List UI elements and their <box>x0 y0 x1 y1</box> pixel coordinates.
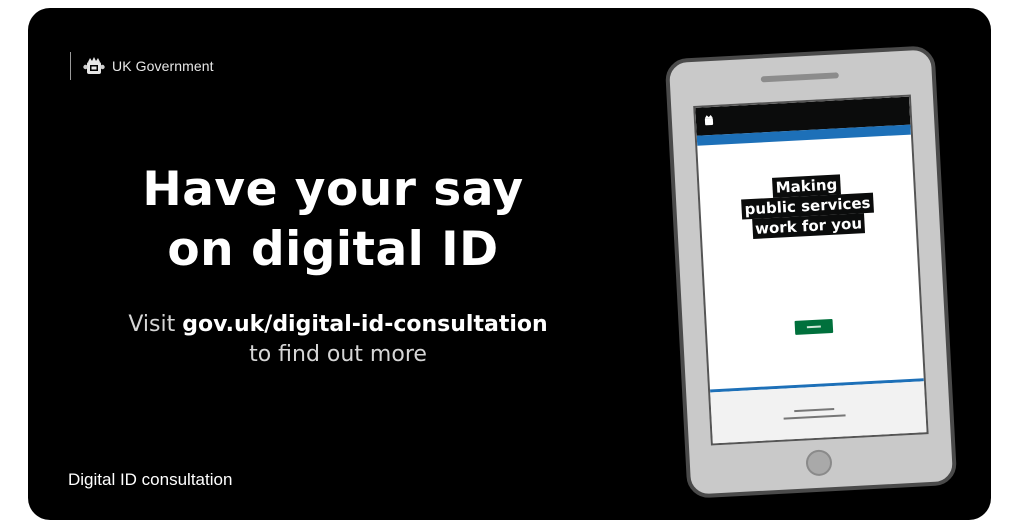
screen-start-button <box>794 318 834 335</box>
phone-illustration: Making public services work for you <box>664 45 958 499</box>
subline-prefix: Visit <box>128 312 176 337</box>
phone-screen: Making public services work for you <box>693 94 929 446</box>
screen-footer <box>710 381 927 446</box>
headline: Have your say on digital ID <box>88 160 578 280</box>
subline: Visit gov.uk/digital-id-consultation to … <box>68 310 608 370</box>
card-caption: Digital ID consultation <box>68 470 233 489</box>
logo-divider <box>70 52 71 80</box>
royal-crest-icon <box>83 57 105 74</box>
headline-line-2: on digital ID <box>167 222 499 277</box>
brand-name: UK Government <box>112 58 214 74</box>
digital-id-consultation-card[interactable]: UK Government Have your say on digital I… <box>28 8 991 520</box>
uk-government-logo: UK Government <box>70 46 214 86</box>
footer-text-line <box>783 414 846 420</box>
consultation-url: gov.uk/digital-id-consultation <box>182 312 548 337</box>
headline-line-1: Have your say <box>142 162 524 217</box>
footer-text-line <box>794 407 835 413</box>
screen-message: Making public services work for you <box>699 171 916 242</box>
screen-crest-icon <box>704 115 714 126</box>
subline-suffix: to find out more <box>249 342 427 367</box>
